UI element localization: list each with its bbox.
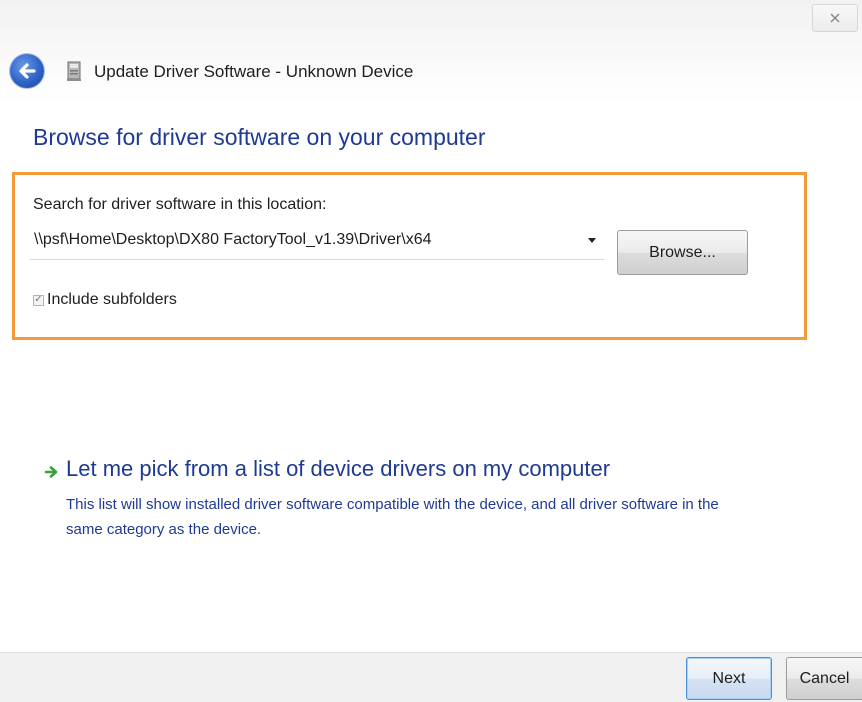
path-input[interactable]: \\psf\Home\Desktop\DX80 FactoryTool_v1.3… [34,231,432,249]
title-area [0,0,862,104]
device-icon [67,61,81,81]
back-button[interactable] [10,54,44,88]
include-subfolders-row[interactable]: ✓ Include subfolders [33,291,177,309]
window-title: Update Driver Software - Unknown Device [94,62,414,81]
green-arrow-icon [44,466,58,478]
browse-button[interactable]: Browse... [617,230,748,275]
cancel-button[interactable]: Cancel [786,657,862,700]
chevron-down-icon[interactable] [588,238,596,243]
include-subfolders-label[interactable]: Include subfolders [47,291,177,309]
pick-from-list-description: This list will show installed driver sof… [66,496,719,538]
next-button[interactable]: Next [686,657,772,700]
page-heading: Browse for driver software on your compu… [33,124,486,150]
close-button[interactable] [812,4,858,32]
pick-from-list-link[interactable]: Let me pick from a list of device driver… [66,456,610,482]
update-driver-dialog: Update Driver Software - Unknown Device … [0,0,862,702]
path-combobox[interactable]: \\psf\Home\Desktop\DX80 FactoryTool_v1.3… [30,226,604,260]
close-icon [830,13,840,23]
include-subfolders-checkbox[interactable]: ✓ [33,294,44,306]
search-location-label: Search for driver software in this locat… [33,196,327,213]
back-arrow-icon [19,63,36,79]
